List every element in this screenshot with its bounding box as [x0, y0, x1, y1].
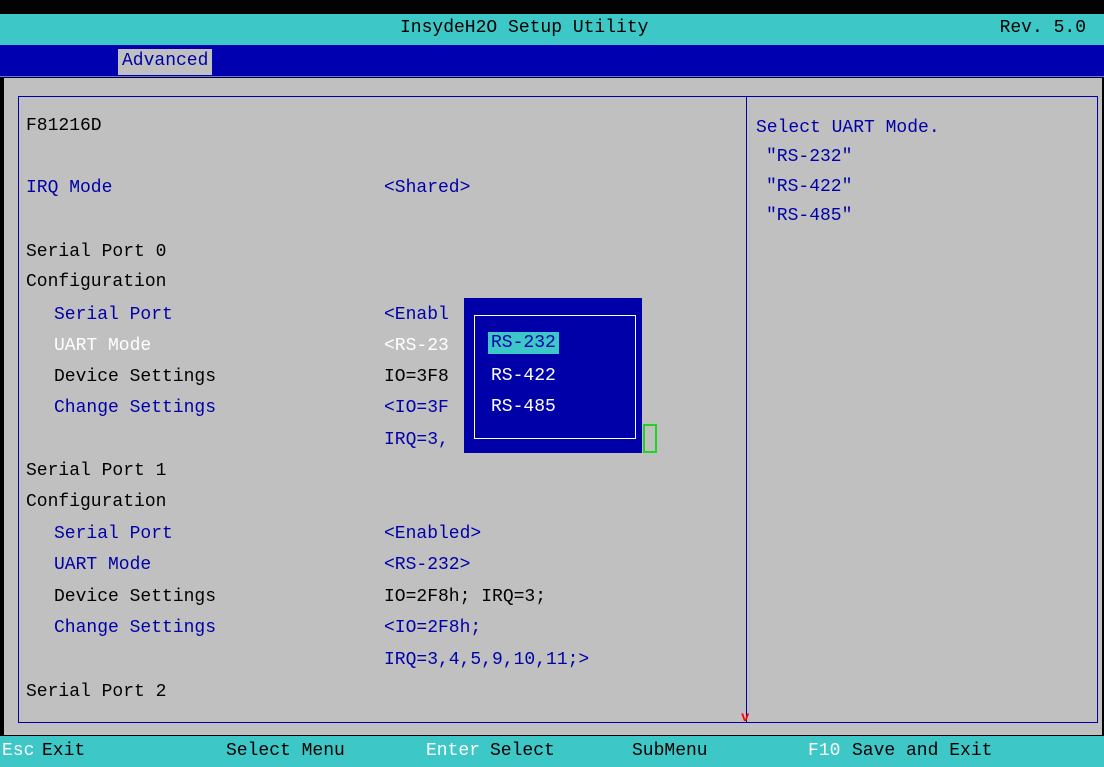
port1-change-settings-item[interactable]: Change Settings: [54, 618, 216, 638]
enter-label: Select: [490, 741, 555, 761]
submenu-label: SubMenu: [632, 741, 708, 761]
port0-change-settings-value-line2[interactable]: IRQ=3,: [384, 430, 449, 450]
serial-port-1-config-heading: Configuration: [26, 492, 167, 512]
scroll-down-indicator: v: [741, 710, 750, 726]
port0-device-settings-value: IO=3F8: [384, 367, 449, 387]
title-bar: InsydeH2O Setup Utility Rev. 5.0: [0, 14, 1104, 45]
port1-serial-port-item[interactable]: Serial Port: [54, 524, 173, 544]
port1-uart-mode-value[interactable]: <RS-232>: [384, 555, 470, 575]
tab-advanced[interactable]: Advanced: [118, 49, 213, 75]
port1-change-settings-value[interactable]: <IO=2F8h;: [384, 618, 481, 638]
port1-change-settings-value-line2[interactable]: IRQ=3,4,5,9,10,11;>: [384, 650, 589, 670]
port0-change-settings-value[interactable]: <IO=3F: [384, 398, 449, 418]
port1-device-settings-item: Device Settings: [54, 587, 217, 607]
help-line-2: "RS-232": [766, 147, 853, 167]
popup-option-rs232[interactable]: RS-232: [488, 332, 559, 354]
focus-cursor-box: [643, 424, 657, 453]
serial-port-0-config-heading: Configuration: [26, 272, 167, 292]
port1-serial-port-value[interactable]: <Enabled>: [384, 524, 481, 544]
serial-port-2-heading: Serial Port 2: [26, 682, 167, 702]
f10-key: F10: [808, 741, 841, 761]
help-line-4: "RS-485": [766, 206, 853, 226]
port0-serial-port-item[interactable]: Serial Port: [54, 305, 173, 325]
help-line-1: Select UART Mode.: [756, 118, 940, 138]
menu-bar: Advanced: [0, 45, 1104, 77]
chip-name: F81216D: [26, 116, 102, 136]
help-divider: [746, 96, 747, 723]
irq-mode-item[interactable]: IRQ Mode: [26, 178, 112, 198]
port0-device-settings-item: Device Settings: [54, 367, 217, 387]
enter-key: Enter: [426, 741, 481, 761]
port1-uart-mode-item[interactable]: UART Mode: [54, 555, 151, 575]
bios-screen: InsydeH2O Setup Utility Rev. 5.0 Advance…: [0, 0, 1104, 767]
port0-uart-mode-value[interactable]: <RS-23: [384, 336, 449, 356]
serial-port-1-heading: Serial Port 1: [26, 461, 167, 481]
esc-label: Exit: [42, 741, 86, 761]
serial-port-0-heading: Serial Port 0: [26, 242, 167, 262]
f10-label: Save and Exit: [852, 741, 993, 761]
revision-label: Rev. 5.0: [999, 18, 1086, 38]
uart-mode-popup: RS-232 RS-422 RS-485: [464, 298, 642, 453]
select-menu-label: Select Menu: [226, 741, 345, 761]
help-line-3: "RS-422": [766, 177, 853, 197]
port1-device-settings-value: IO=2F8h; IRQ=3;: [384, 587, 547, 607]
popup-option-rs422[interactable]: RS-422: [488, 365, 559, 387]
popup-option-rs485[interactable]: RS-485: [488, 396, 559, 418]
port0-uart-mode-item[interactable]: UART Mode: [54, 336, 151, 356]
port0-change-settings-item[interactable]: Change Settings: [54, 398, 216, 418]
irq-mode-value[interactable]: <Shared>: [384, 178, 470, 198]
key-legend-bar: Esc Exit Select Menu Enter Select SubMen…: [0, 736, 1104, 767]
port0-serial-port-value[interactable]: <Enabl: [384, 305, 449, 325]
esc-key: Esc: [2, 741, 35, 761]
app-title: InsydeH2O Setup Utility: [400, 18, 649, 38]
